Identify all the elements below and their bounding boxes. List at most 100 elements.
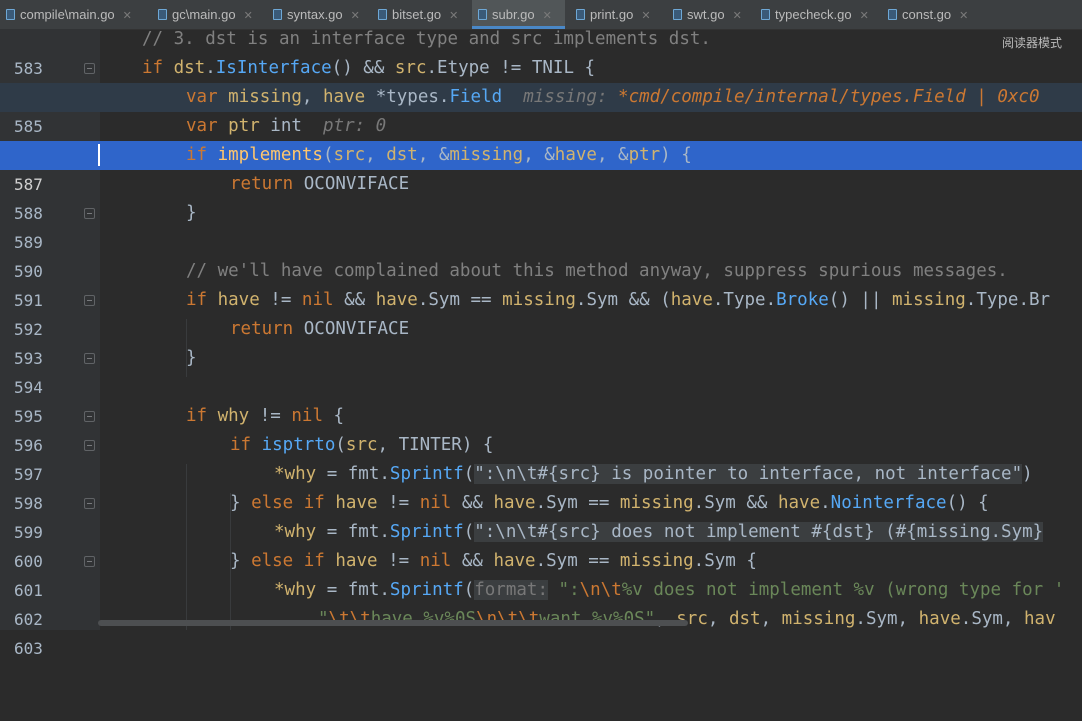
keyword: else if — [251, 551, 336, 571]
code-text: ( — [463, 522, 475, 542]
code-text: .Type. — [712, 290, 777, 310]
comment: // we'll have complained about this meth… — [186, 261, 1008, 281]
code-line[interactable]: 601 } else if have != nil && have.Sym ==… — [0, 547, 1082, 600]
identifier: *why — [274, 522, 317, 542]
keyword: if — [230, 435, 262, 455]
close-icon[interactable]: ✕ — [244, 10, 253, 22]
keyword: if — [186, 290, 218, 310]
escape-sequence: \t\t — [328, 609, 371, 629]
collapsed-string-literal[interactable]: ":\n\t#{src} does not implement #{dst} (… — [474, 522, 1044, 542]
code-line[interactable]: 598 *why = fmt.Sprintf(":\n\t#{src} is p… — [0, 460, 1082, 513]
code-text: , & — [417, 145, 450, 165]
keyword: nil — [301, 290, 334, 310]
comment: // 3. dst is an interface type and src i… — [142, 29, 711, 49]
go-file-icon — [478, 9, 487, 20]
close-icon[interactable]: ✕ — [543, 10, 552, 22]
code-text: = fmt. — [316, 580, 390, 600]
code-text: { — [322, 406, 345, 426]
code-text: int — [259, 116, 302, 136]
code-line-current-execution[interactable]: 587 if implements(src, dst, &missing, &h… — [0, 141, 1082, 194]
code-line[interactable]: 599 } else if have != nil && have.Sym ==… — [0, 489, 1082, 542]
code-line[interactable]: 593 return OCONVIFACE — [0, 315, 1082, 368]
code-text: } — [186, 203, 197, 223]
close-icon[interactable]: ✕ — [123, 10, 132, 22]
code-line[interactable]: 584 if dst.IsInterface() && src.Etype !=… — [0, 54, 1082, 107]
reader-mode-button[interactable]: 阅读器模式 — [1002, 34, 1062, 51]
fold-marker-icon[interactable] — [84, 556, 95, 567]
identifier: have — [554, 145, 597, 165]
code-line[interactable]: 594 } — [0, 344, 1082, 397]
fold-marker-icon[interactable] — [84, 63, 95, 74]
function-call: Sprintf — [389, 522, 464, 542]
code-text: . — [820, 493, 831, 513]
identifier: ptr — [228, 116, 260, 136]
code-text: .Etype != TNIL { — [426, 58, 596, 78]
code-text: .Sym { — [693, 551, 757, 571]
fold-marker-icon[interactable] — [84, 208, 95, 219]
code-text: != — [377, 551, 420, 571]
close-icon[interactable]: ✕ — [959, 10, 968, 22]
tab-label: subr.go — [492, 7, 535, 22]
identifier: missing — [892, 290, 966, 310]
code-line[interactable]: 600 *why = fmt.Sprintf(":\n\t#{src} does… — [0, 518, 1082, 571]
code-line[interactable]: 590 — [0, 228, 1082, 281]
code-text: } — [230, 551, 252, 571]
keyword: return — [230, 174, 304, 194]
code-line[interactable]: 596 if why != nil { — [0, 402, 1082, 455]
code-text: ( — [463, 580, 475, 600]
identifier: missing — [619, 551, 694, 571]
identifier: why — [217, 406, 250, 426]
code-text: , & — [523, 145, 555, 165]
code-line-debug-highlight[interactable]: 585 var missing, have *types.Field missi… — [0, 83, 1082, 136]
constant: OCONVIFACE — [303, 174, 410, 194]
go-file-icon — [378, 9, 387, 20]
code-text: ( — [335, 435, 346, 455]
code-text: , — [301, 87, 323, 107]
identifier: src — [345, 435, 378, 455]
code-line[interactable]: 583 // 3. dst is an interface type and s… — [0, 25, 1082, 78]
identifier: dst — [728, 609, 761, 629]
close-icon[interactable]: ✕ — [449, 10, 458, 22]
code-line[interactable]: 597 if isptrto(src, TINTER) { — [0, 431, 1082, 484]
fold-marker-icon[interactable] — [84, 498, 95, 509]
code-text: .Sym == — [417, 290, 503, 310]
code-line[interactable]: 589 } — [0, 199, 1082, 252]
identifier: *why — [274, 580, 317, 600]
horizontal-scrollbar[interactable] — [98, 620, 688, 626]
code-line[interactable]: 595 — [0, 373, 1082, 426]
code-line[interactable]: 592 if have != nil && have.Sym == missin… — [0, 286, 1082, 339]
fold-marker-icon[interactable] — [84, 295, 95, 306]
identifier: have — [335, 493, 378, 513]
identifier: *why — [274, 464, 317, 484]
identifier: missing — [619, 493, 694, 513]
collapsed-string-literal[interactable]: ":\n\t#{src} is pointer to interface, no… — [474, 464, 1023, 484]
identifier: have — [670, 290, 713, 310]
identifier: have — [918, 609, 961, 629]
fold-marker-icon[interactable] — [84, 411, 95, 422]
code-text: , & — [596, 145, 629, 165]
string-literal: have %v%0S — [370, 609, 477, 629]
code-line[interactable]: 588 return OCONVIFACE — [0, 170, 1082, 223]
identifier: have — [493, 551, 536, 571]
code-editor[interactable]: 583 // 3. dst is an interface type and s… — [0, 29, 1082, 658]
code-text: . — [205, 58, 216, 78]
code-line[interactable]: 586 var ptr int ptr: 0 — [0, 112, 1082, 165]
fold-marker-icon[interactable] — [84, 353, 95, 364]
fold-marker-icon[interactable] — [84, 440, 95, 451]
close-icon[interactable]: ✕ — [860, 10, 869, 22]
keyword: var — [186, 116, 229, 136]
code-line[interactable]: 591 // we'll have complained about this … — [0, 257, 1082, 310]
close-icon[interactable]: ✕ — [641, 10, 650, 22]
escape-sequence: \n\t\t — [476, 609, 540, 629]
identifier: dst — [173, 58, 206, 78]
code-text: .Type.Br — [965, 290, 1051, 310]
keyword: if — [142, 58, 174, 78]
inline-debug-value-label: missing: — [523, 87, 619, 107]
function-call: isptrto — [261, 435, 336, 455]
close-icon[interactable]: ✕ — [733, 10, 742, 22]
keyword: if — [186, 145, 218, 165]
code-line[interactable]: 602 *why = fmt.Sprintf(format: ":\n\t%v … — [0, 576, 1082, 629]
keyword: return — [230, 319, 304, 339]
identifier: dst — [386, 145, 418, 165]
close-icon[interactable]: ✕ — [351, 10, 360, 22]
